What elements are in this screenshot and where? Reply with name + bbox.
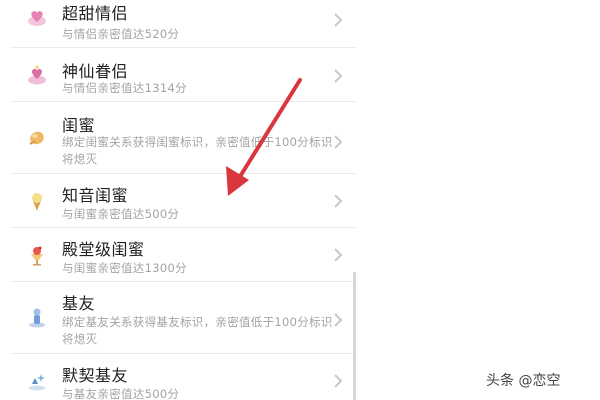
item-desc: 与闺蜜亲密值达1300分 xyxy=(62,261,187,275)
list-item-super-sweet-couple[interactable]: 超甜情侣 与情侣亲密值达520分 xyxy=(10,0,356,48)
bestie-icon xyxy=(29,131,44,145)
item-desc: 与情侣亲密值达1314分 xyxy=(62,81,187,95)
list-item-soulmate-bestie[interactable]: 知音闺蜜 与闺蜜亲密值达500分 xyxy=(10,174,356,228)
sundae-icon xyxy=(31,246,43,266)
list-item-palace-bestie[interactable]: 殿堂级闺蜜 与闺蜜亲密值达1300分 xyxy=(10,228,356,282)
list-item-immortal-couple[interactable]: 神仙眷侣 与情侣亲密值达1314分 xyxy=(10,48,356,102)
item-desc: 与闺蜜亲密值达500分 xyxy=(62,207,180,221)
chevron-right-icon xyxy=(334,374,343,388)
immortal-couple-icon xyxy=(28,65,46,85)
item-desc: 绑定基友关系获得基友标识，亲密值低于100分标识将熄灭 xyxy=(62,315,333,346)
list-item-bestie[interactable]: 闺蜜 绑定闺蜜关系获得闺蜜标识，亲密值低于100分标识将熄灭 xyxy=(10,102,356,174)
list-item-tacit-buddy[interactable]: 默契基友 与基友亲密值达500分 xyxy=(10,354,356,400)
chevron-right-icon xyxy=(334,194,343,208)
buddy-icon xyxy=(29,308,45,328)
chevron-right-icon xyxy=(334,13,343,27)
chevron-right-icon xyxy=(334,135,343,149)
item-title: 闺蜜 xyxy=(62,116,96,135)
scrollbar[interactable] xyxy=(353,272,356,400)
chevron-right-icon xyxy=(334,313,343,327)
couple-heart-icon xyxy=(28,11,46,26)
chevron-right-icon xyxy=(334,69,343,83)
item-title: 知音闺蜜 xyxy=(62,186,129,205)
sparkle-buddy-icon xyxy=(29,374,45,391)
ice-cream-icon xyxy=(32,193,42,211)
item-title: 超甜情侣 xyxy=(62,4,129,23)
item-desc: 绑定闺蜜关系获得闺蜜标识，亲密值低于100分标识将熄灭 xyxy=(62,135,333,166)
item-title: 神仙眷侣 xyxy=(62,62,129,81)
watermark: 头条 @恋空 xyxy=(486,373,561,389)
item-title: 默契基友 xyxy=(62,366,129,385)
item-title: 基友 xyxy=(62,294,96,313)
item-desc: 与基友亲密值达500分 xyxy=(62,387,180,400)
item-title: 殿堂级闺蜜 xyxy=(62,240,145,259)
item-desc: 与情侣亲密值达520分 xyxy=(62,27,180,41)
badge-list: 超甜情侣 与情侣亲密值达520分 神仙眷侣 与情侣亲密值达1314分 闺蜜 绑定… xyxy=(10,0,356,400)
list-item-buddy[interactable]: 基友 绑定基友关系获得基友标识，亲密值低于100分标识将熄灭 xyxy=(10,282,356,354)
chevron-right-icon xyxy=(334,248,343,262)
